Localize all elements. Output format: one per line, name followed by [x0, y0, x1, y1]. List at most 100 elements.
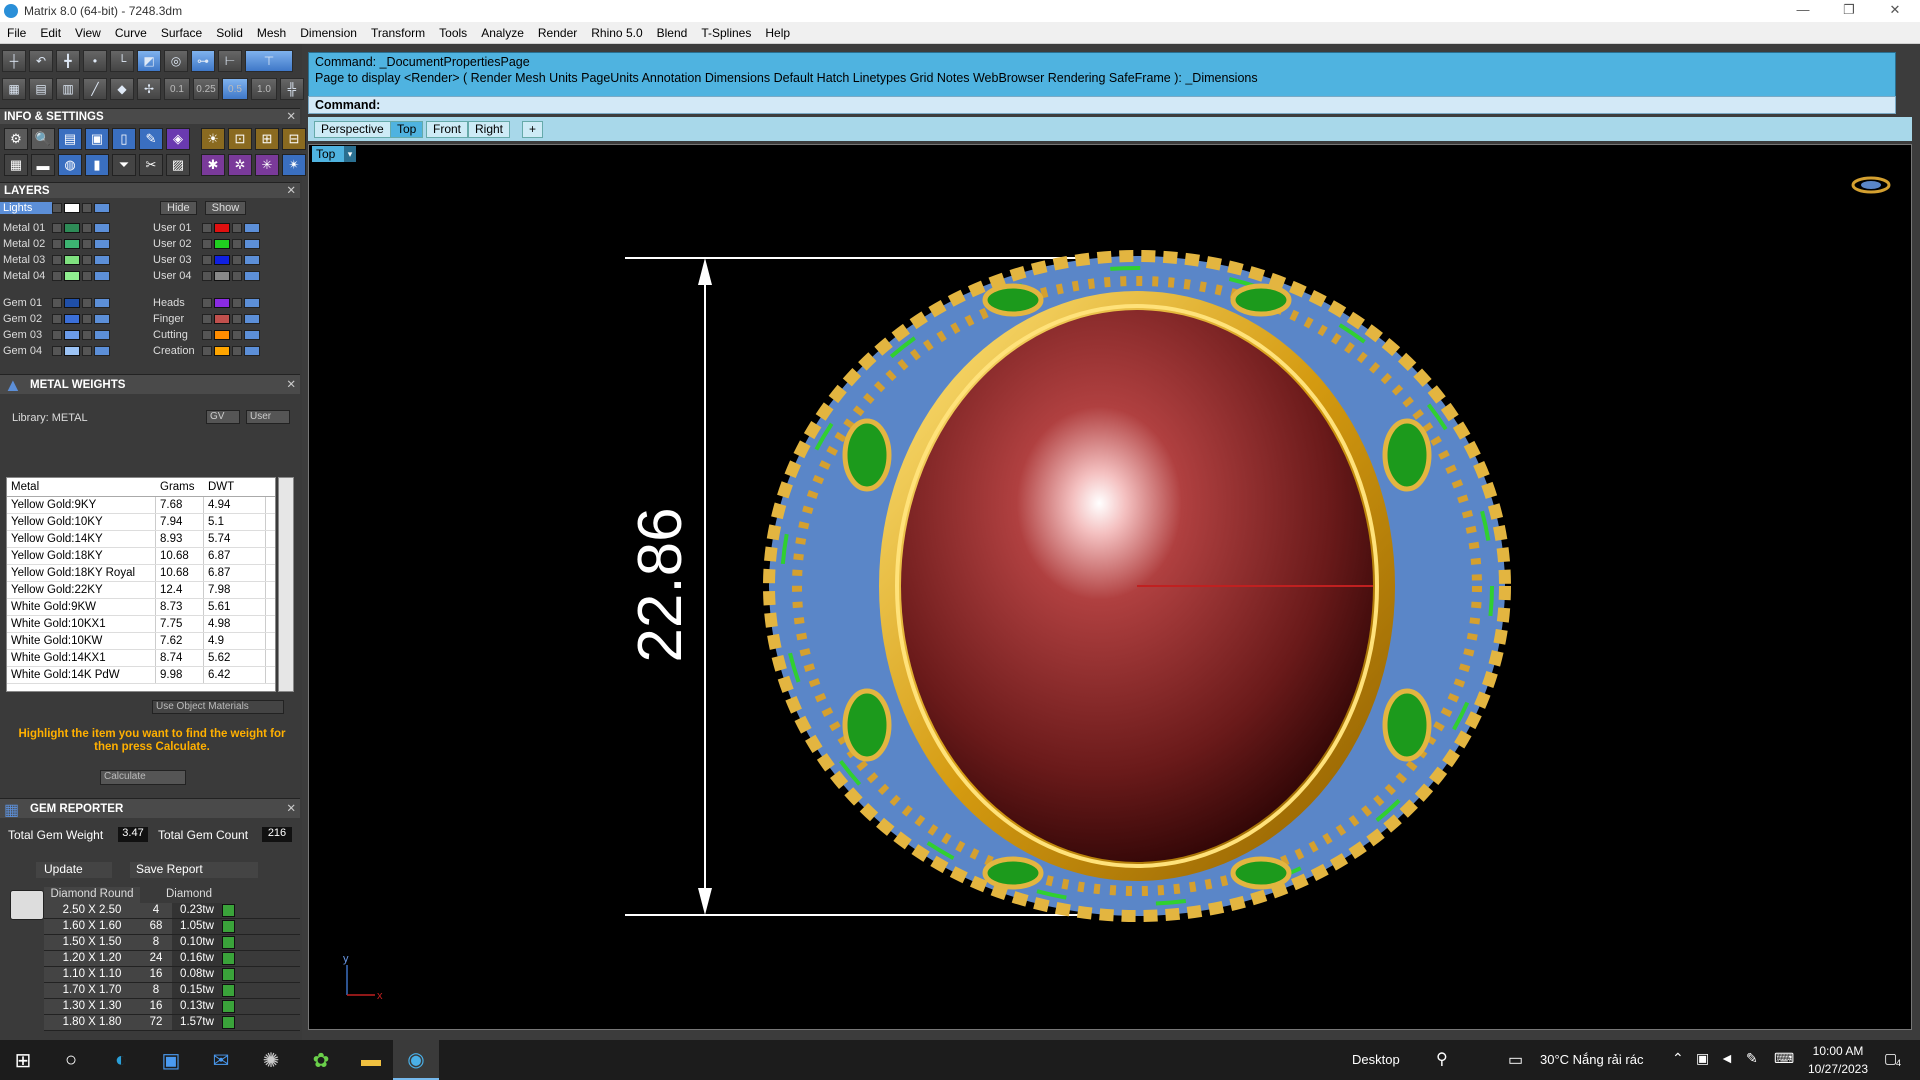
zoom-icon[interactable]: 🔍	[31, 128, 55, 150]
menu-help[interactable]: Help	[758, 26, 797, 40]
layer-lock-icon[interactable]	[232, 271, 242, 281]
layer-lock-icon[interactable]	[232, 330, 242, 340]
layer-color-swatch[interactable]	[214, 271, 230, 281]
mail-icon[interactable]: ✉	[206, 1046, 236, 1074]
show-button[interactable]: Show	[204, 201, 247, 215]
layer-visible-icon[interactable]	[244, 298, 260, 308]
column-header[interactable]: DWT	[204, 478, 266, 496]
step-value-4[interactable]: 1.0	[251, 78, 277, 100]
layer-color-swatch[interactable]	[64, 330, 80, 340]
gem-layout-icon[interactable]: ✲	[228, 154, 252, 176]
keyboard-icon[interactable]: ⌨	[1774, 1050, 1794, 1067]
osnap-icon[interactable]: ◎	[164, 50, 188, 72]
layer-visible-icon[interactable]	[244, 330, 260, 340]
matrix-app-icon[interactable]: ◉	[393, 1040, 439, 1080]
record-history-icon[interactable]: ⊤	[245, 50, 293, 72]
tab-front[interactable]: Front	[426, 121, 469, 138]
layer-arrow-icon[interactable]	[52, 346, 62, 356]
layer-row[interactable]: User 04	[150, 269, 262, 283]
layer-color-swatch[interactable]	[214, 298, 230, 308]
point-tool-icon[interactable]: ┼	[2, 50, 26, 72]
search-icon[interactable]: ○	[56, 1046, 86, 1074]
table-row[interactable]: Yellow Gold:18KY Royal 10.68 6.87	[7, 565, 275, 582]
edge-browser-icon[interactable]: ◐	[106, 1046, 136, 1074]
table-row[interactable]: Yellow Gold:10KY 7.94 5.1	[7, 514, 275, 531]
layer-row[interactable]: Gem 01	[0, 296, 112, 310]
table-row[interactable]: 2.50 X 2.50 4 0.23tw	[44, 903, 300, 919]
view-cube-icon[interactable]	[1851, 176, 1891, 194]
layer-color-swatch[interactable]	[64, 271, 80, 281]
layout-icon[interactable]: ▤	[29, 78, 53, 100]
layer-lock-icon[interactable]	[82, 255, 92, 265]
layer-arrow-icon[interactable]	[52, 314, 62, 324]
layer-lock-icon[interactable]	[232, 314, 242, 324]
layer-row[interactable]: Gem 02	[0, 312, 112, 326]
layer-visible-icon[interactable]	[94, 346, 110, 356]
step-value-2[interactable]: 0.25	[193, 78, 219, 100]
layer-color-swatch[interactable]	[64, 298, 80, 308]
layer-arrow-icon[interactable]	[202, 314, 212, 324]
close-icon[interactable]: ✕	[286, 109, 296, 125]
layer-arrow-icon[interactable]	[52, 239, 62, 249]
layer-visible-icon[interactable]	[244, 223, 260, 233]
use-object-materials-checkbox[interactable]: Use Object Materials	[152, 700, 284, 714]
table-row[interactable]: 1.50 X 1.50 8 0.10tw	[44, 935, 300, 951]
render-icon[interactable]: ☀	[201, 128, 225, 150]
planar-icon[interactable]: ◩	[137, 50, 161, 72]
panel-icon[interactable]: ▬	[31, 154, 55, 176]
layer-row[interactable]: Metal 04	[0, 269, 112, 283]
layer-arrow-icon[interactable]	[202, 346, 212, 356]
layer-row[interactable]: Gem 04	[0, 344, 112, 358]
layer-arrow-icon[interactable]	[52, 298, 62, 308]
menu-render[interactable]: Render	[531, 26, 584, 40]
clock-time[interactable]: 10:00 AM	[1808, 1044, 1868, 1058]
gumball-icon[interactable]: ⊢	[218, 50, 242, 72]
layer-arrow-icon[interactable]	[202, 255, 212, 265]
layer-row[interactable]: Gem 03	[0, 328, 112, 342]
pave-icon[interactable]: ✱	[201, 154, 225, 176]
layer-row[interactable]: Heads	[150, 296, 262, 310]
user-button[interactable]: User	[246, 410, 290, 424]
windows-start-icon[interactable]: ⊞	[8, 1046, 38, 1074]
table-row[interactable]: White Gold:9KW 8.73 5.61	[7, 599, 275, 616]
grid-view-icon[interactable]: ▦	[2, 78, 26, 100]
tab-perspective[interactable]: Perspective	[314, 121, 391, 138]
menu-rhino5[interactable]: Rhino 5.0	[584, 26, 649, 40]
select-gem-button[interactable]	[222, 984, 235, 997]
layers-stack-icon[interactable]: ▤	[58, 128, 82, 150]
image-icon[interactable]: ▨	[166, 154, 190, 176]
layer-color-swatch[interactable]	[64, 255, 80, 265]
table-row[interactable]: White Gold:10KW 7.62 4.9	[7, 633, 275, 650]
table-row[interactable]: White Gold:14KX1 8.74 5.62	[7, 650, 275, 667]
select-gem-button[interactable]	[222, 920, 235, 933]
table-row[interactable]: Yellow Gold:14KY 8.93 5.74	[7, 531, 275, 548]
gear-app-icon[interactable]: ✿	[306, 1046, 336, 1074]
menu-blend[interactable]: Blend	[650, 26, 695, 40]
select-gem-button[interactable]	[222, 952, 235, 965]
people-icon[interactable]: ⚲	[1436, 1049, 1448, 1069]
layer-color-swatch[interactable]	[214, 255, 230, 265]
layer-visible-icon[interactable]	[244, 314, 260, 324]
prong-icon[interactable]: ⊡	[228, 128, 252, 150]
layer-arrow-icon[interactable]	[52, 271, 62, 281]
layer-row[interactable]: Cutting	[150, 328, 262, 342]
layer-lock-icon[interactable]	[82, 223, 92, 233]
column-header[interactable]: Metal	[7, 478, 156, 496]
cube-icon[interactable]: ▣	[85, 128, 109, 150]
close-icon[interactable]: ✕	[1872, 0, 1918, 22]
layer-visible-icon[interactable]	[94, 203, 110, 213]
table-row[interactable]: 1.20 X 1.20 24 0.16tw	[44, 951, 300, 967]
update-button[interactable]: Update	[36, 862, 112, 878]
smart-track-icon[interactable]: ⊶	[191, 50, 215, 72]
layer-color-swatch[interactable]	[214, 239, 230, 249]
menu-curve[interactable]: Curve	[108, 26, 154, 40]
box-icon[interactable]: ▮	[85, 154, 109, 176]
viewport-label[interactable]: Top ▾	[312, 146, 356, 162]
weather-text[interactable]: 30°C Nắng rải rác	[1540, 1052, 1643, 1067]
layer-lock-icon[interactable]	[232, 223, 242, 233]
menu-dimension[interactable]: Dimension	[293, 26, 364, 40]
table-row[interactable]: White Gold:14K PdW 9.98 6.42	[7, 667, 275, 684]
layer-arrow-icon[interactable]	[202, 239, 212, 249]
layer-row[interactable]: Metal 02	[0, 237, 112, 251]
menu-analyze[interactable]: Analyze	[474, 26, 531, 40]
